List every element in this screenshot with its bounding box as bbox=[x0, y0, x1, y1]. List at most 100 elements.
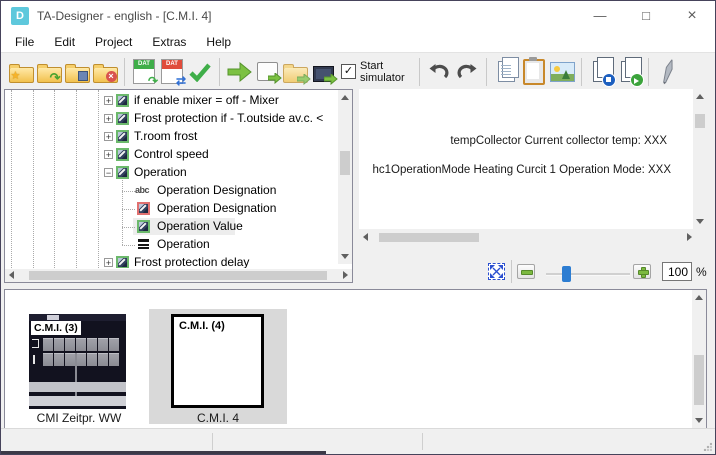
fit-to-window-button[interactable] bbox=[488, 263, 505, 280]
close-button[interactable]: × bbox=[669, 1, 715, 31]
save-project-button[interactable] bbox=[63, 57, 91, 87]
tree-row[interactable]: + Frost protection delay bbox=[5, 254, 337, 268]
scroll-left-arrow[interactable] bbox=[9, 271, 14, 279]
tree-row[interactable]: + T.room frost bbox=[5, 128, 337, 146]
new-project-button[interactable]: ★ bbox=[7, 57, 35, 87]
tree-item-label[interactable]: Operation Designation bbox=[157, 201, 276, 215]
tree-horizontal-scrollbar[interactable] bbox=[5, 269, 352, 282]
scroll-up-arrow[interactable] bbox=[696, 94, 704, 99]
close-project-button[interactable]: × bbox=[91, 57, 119, 87]
tree-row-selected[interactable]: Operation Value bbox=[5, 218, 337, 236]
run-button[interactable] bbox=[225, 57, 253, 87]
scroll-up-arrow[interactable] bbox=[341, 95, 349, 100]
tree-row[interactable]: Operation bbox=[5, 236, 337, 254]
save-badge-icon bbox=[602, 73, 616, 87]
resize-grip[interactable] bbox=[703, 442, 712, 451]
preview-horizontal-scrollbar[interactable] bbox=[359, 231, 696, 244]
fit-arrows-icon bbox=[489, 264, 504, 279]
menu-extras[interactable]: Extras bbox=[142, 32, 196, 52]
tree-item-label[interactable]: Frost protection if - T.outside av.c. < bbox=[134, 111, 323, 125]
scroll-left-arrow[interactable] bbox=[363, 233, 368, 241]
scroll-down-arrow[interactable] bbox=[695, 418, 703, 423]
expand-toggle[interactable]: + bbox=[104, 96, 113, 105]
export-cmi-button[interactable] bbox=[309, 57, 337, 87]
redo-button[interactable] bbox=[453, 57, 481, 87]
tree-row[interactable]: + Frost protection if - T.outside av.c. … bbox=[5, 110, 337, 128]
start-simulator-label: Start simulator bbox=[360, 60, 414, 84]
expand-toggle[interactable]: + bbox=[104, 114, 113, 123]
scrollbar-thumb[interactable] bbox=[379, 233, 479, 242]
tree-row[interactable]: + if enable mixer = off - Mixer bbox=[5, 92, 337, 110]
preview-text-line[interactable]: hc1OperationMode Heating Curcit 1 Operat… bbox=[372, 164, 671, 176]
copy-save-button[interactable] bbox=[587, 57, 615, 87]
maximize-button[interactable]: □ bbox=[623, 1, 669, 31]
scroll-right-arrow[interactable] bbox=[343, 271, 348, 279]
scroll-down-arrow[interactable] bbox=[341, 254, 349, 259]
menu-help[interactable]: Help bbox=[196, 32, 241, 52]
tree-item-label[interactable]: Operation bbox=[157, 237, 210, 251]
copy-button[interactable] bbox=[492, 57, 520, 87]
zoom-slider-track[interactable] bbox=[546, 273, 630, 276]
tree-vertical-scrollbar[interactable] bbox=[338, 90, 352, 264]
image-element-icon bbox=[137, 220, 150, 233]
page-preview-panel[interactable]: tempCollector Current collector temp: XX… bbox=[359, 89, 707, 229]
toolbar-separator bbox=[648, 58, 649, 86]
page-thumbnail-cmi4[interactable]: C.M.I. (4) bbox=[171, 314, 264, 408]
export-folder-button[interactable] bbox=[281, 57, 309, 87]
collapse-toggle[interactable]: − bbox=[104, 168, 113, 177]
titlebar: D TA-Designer - english - [C.M.I. 4] — □… bbox=[1, 1, 715, 31]
pages-vertical-scrollbar[interactable] bbox=[692, 290, 706, 428]
menu-edit[interactable]: Edit bbox=[44, 32, 85, 52]
insert-image-button[interactable] bbox=[548, 57, 576, 87]
export-dat-button[interactable]: DAT ↷ bbox=[130, 57, 158, 87]
page-thumbnail-cmi3[interactable]: C.M.I. (3) bbox=[29, 314, 126, 409]
zoom-value-input[interactable] bbox=[662, 262, 692, 281]
scrollbar-thumb[interactable] bbox=[694, 355, 704, 405]
export-page-button[interactable] bbox=[253, 57, 281, 87]
tree-row[interactable]: + Control speed bbox=[5, 146, 337, 164]
page-caption[interactable]: C.M.I. 4 bbox=[149, 411, 287, 425]
tree-icon bbox=[562, 70, 570, 79]
scrollbar-thumb[interactable] bbox=[29, 271, 327, 280]
scroll-down-arrow[interactable] bbox=[696, 219, 704, 224]
tree-item-label[interactable]: Control speed bbox=[134, 147, 209, 161]
tree-row[interactable]: − Operation bbox=[5, 164, 337, 182]
scrollbar-thumb[interactable] bbox=[340, 151, 350, 175]
lines-element-icon bbox=[138, 239, 149, 250]
app-icon: D bbox=[11, 7, 29, 25]
zoom-slider-thumb[interactable] bbox=[562, 266, 571, 282]
expand-toggle[interactable]: + bbox=[104, 258, 113, 267]
expand-toggle[interactable]: + bbox=[104, 150, 113, 159]
minimize-button[interactable]: — bbox=[577, 1, 623, 31]
pick-tool-button[interactable] bbox=[654, 57, 682, 87]
zoom-out-button[interactable] bbox=[517, 264, 535, 279]
undo-button[interactable] bbox=[425, 57, 453, 87]
tree-item-label[interactable]: Operation Designation bbox=[157, 183, 276, 197]
paste-button[interactable] bbox=[520, 57, 548, 87]
expand-toggle[interactable]: + bbox=[104, 132, 113, 141]
export-page-icon bbox=[257, 62, 278, 81]
tree-item-label[interactable]: Operation Value bbox=[157, 219, 243, 233]
tree-row[interactable]: Operation Designation bbox=[5, 200, 337, 218]
validate-button[interactable] bbox=[186, 57, 214, 87]
page-caption[interactable]: CMI Zeitpr. WW bbox=[19, 411, 139, 425]
tree-item-label[interactable]: if enable mixer = off - Mixer bbox=[134, 93, 279, 107]
menu-file[interactable]: File bbox=[5, 32, 44, 52]
bottom-edge bbox=[1, 451, 326, 454]
scrollbar-thumb[interactable] bbox=[695, 114, 705, 128]
open-project-button[interactable]: ↷ bbox=[35, 57, 63, 87]
tree-item-label[interactable]: Operation bbox=[134, 165, 187, 179]
copy-export-button[interactable] bbox=[615, 57, 643, 87]
start-simulator-checkbox[interactable]: ✓ bbox=[341, 64, 356, 79]
tree-row[interactable]: abc Operation Designation bbox=[5, 182, 337, 200]
scroll-right-arrow[interactable] bbox=[687, 233, 692, 241]
zoom-in-button[interactable] bbox=[633, 264, 651, 279]
menu-project[interactable]: Project bbox=[85, 32, 142, 52]
preview-vertical-scrollbar[interactable] bbox=[693, 89, 707, 229]
reload-dat-button[interactable]: DAT ⇄ bbox=[158, 57, 186, 87]
tree-item-label[interactable]: Frost protection delay bbox=[134, 255, 249, 268]
scroll-up-arrow[interactable] bbox=[695, 295, 703, 300]
preview-text-line[interactable]: tempCollector Current collector temp: XX… bbox=[450, 135, 667, 147]
tree-item-label[interactable]: T.room frost bbox=[134, 129, 197, 143]
folder-open-icon: ↷ bbox=[37, 67, 62, 83]
